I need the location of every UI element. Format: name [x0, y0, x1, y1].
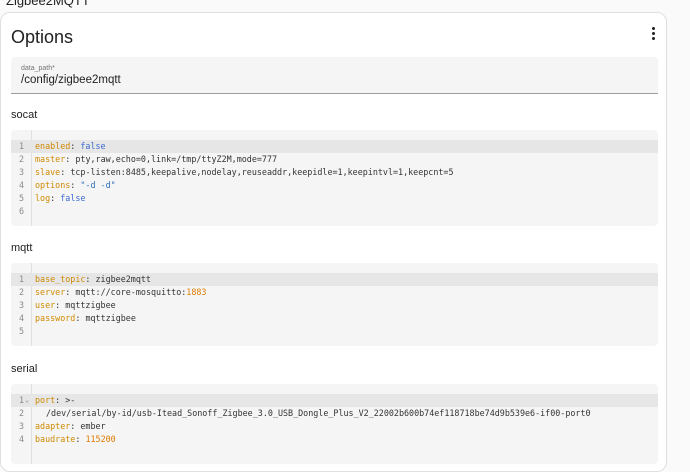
line-number: 2 [18, 154, 24, 164]
code-line[interactable]: 2 /dev/serial/by-id/usb-Itead_Sonoff_Zig… [11, 407, 658, 420]
code-line[interactable]: 1 enabled: false [11, 140, 658, 153]
serial-section-label: serial [11, 363, 38, 375]
line-number: 2 [18, 408, 24, 418]
yaml-key: log [35, 193, 51, 203]
data-path-field[interactable]: data_path* /config/zigbee2mqtt [11, 57, 658, 94]
yaml-port-number: 1883 [186, 287, 207, 297]
code-line[interactable]: 5 [11, 325, 658, 338]
yaml-value: false [80, 141, 106, 151]
mqtt-editor[interactable]: 1 base_topic: zigbee2mqtt 2 server: mqtt… [11, 263, 658, 346]
line-number: 4 [18, 180, 24, 190]
code-line[interactable]: 1 ⌄ port: >- [11, 394, 658, 407]
code-line[interactable]: 1 base_topic: zigbee2mqtt [11, 273, 658, 286]
yaml-value: mqttzigbee [85, 313, 136, 323]
more-options-button[interactable] [641, 21, 665, 45]
line-number: 2 [18, 287, 24, 297]
yaml-value: false [60, 193, 86, 203]
yaml-value: "-d -d" [80, 180, 116, 190]
data-path-label: data_path* [21, 65, 55, 72]
line-number: 4 [18, 313, 24, 323]
serial-editor[interactable]: 1 ⌄ port: >- 2 /dev/serial/by-id/usb-Ite… [11, 384, 658, 464]
more-vert-icon [651, 26, 655, 40]
code-line[interactable]: 2 server: mqtt://core-mosquitto:1883 [11, 286, 658, 299]
code-line[interactable]: 4 password: mqttzigbee [11, 312, 658, 325]
line-number: 6 [18, 206, 24, 216]
page-title: Options [11, 27, 74, 47]
yaml-key: password [35, 313, 76, 323]
yaml-key: adapter [35, 421, 71, 431]
mqtt-section-label: mqtt [11, 242, 33, 254]
code-line[interactable]: 3 adapter: ember [11, 420, 658, 433]
data-path-input[interactable]: /config/zigbee2mqtt [21, 74, 121, 86]
line-number: 1 [18, 395, 24, 405]
socat-editor[interactable]: 1 enabled: false 2 master: pty,raw,echo=… [11, 130, 658, 226]
yaml-key: port [35, 395, 56, 405]
yaml-key: master [35, 154, 66, 164]
yaml-key: user [35, 300, 56, 310]
code-line[interactable]: 3 slave: tcp-listen:8485,keepalive,nodel… [11, 166, 658, 179]
line-number: 1 [18, 274, 24, 284]
yaml-value: 115200 [85, 434, 116, 444]
yaml-key: base_topic [35, 274, 86, 284]
code-line[interactable]: 2 master: pty,raw,echo=0,link=/tmp/ttyZ2… [11, 153, 658, 166]
line-number: 4 [18, 434, 24, 444]
yaml-value: mqtt://core-mosquitto: [75, 287, 187, 297]
socat-section-label: socat [11, 109, 38, 121]
yaml-value: mqttzigbee [65, 300, 116, 310]
yaml-value: pty,raw,echo=0,link=/tmp/ttyZ2M,mode=777 [75, 154, 278, 164]
options-card: Options data_path* /config/zigbee2mqtt s… [0, 12, 667, 472]
code-line[interactable]: 6 [11, 205, 658, 218]
code-line[interactable]: 4 baudrate: 115200 [11, 433, 658, 446]
line-number: 5 [18, 326, 24, 336]
fold-chevron-icon[interactable]: ⌄ [25, 394, 29, 407]
code-line[interactable]: 4 options: "-d -d" [11, 179, 658, 192]
line-number: 3 [18, 167, 24, 177]
yaml-key: enabled [35, 141, 71, 151]
code-line[interactable]: 5 log: false [11, 192, 658, 205]
yaml-value: zigbee2mqtt [95, 274, 151, 284]
yaml-value: /dev/serial/by-id/usb-Itead_Sonoff_Zigbe… [46, 408, 591, 418]
yaml-key: options [35, 180, 71, 190]
line-number: 1 [18, 141, 24, 151]
yaml-key: slave [35, 167, 61, 177]
app-title: Zigbee2MQTT [6, 0, 90, 8]
yaml-key: baudrate [35, 434, 76, 444]
yaml-value: ember [80, 421, 106, 431]
yaml-key: server [35, 287, 66, 297]
line-number: 5 [18, 193, 24, 203]
line-number: 3 [18, 421, 24, 431]
yaml-value: tcp-listen:8485,keepalive,nodelay,reusea… [70, 167, 454, 177]
yaml-value: >- [65, 395, 76, 405]
line-number: 3 [18, 300, 24, 310]
code-line[interactable]: 3 user: mqttzigbee [11, 299, 658, 312]
